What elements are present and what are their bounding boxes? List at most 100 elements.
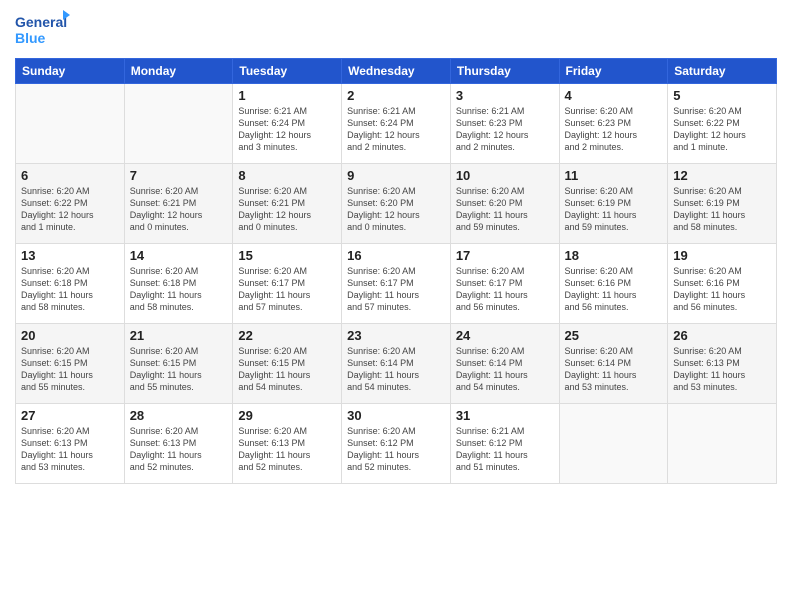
day-detail: Sunrise: 6:20 AM Sunset: 6:20 PM Dayligh… xyxy=(347,185,445,234)
day-header-thursday: Thursday xyxy=(450,59,559,84)
calendar-header-row: SundayMondayTuesdayWednesdayThursdayFrid… xyxy=(16,59,777,84)
calendar-cell: 14 Sunrise: 6:20 AM Sunset: 6:18 PM Dayli… xyxy=(124,244,233,324)
day-number: 14 xyxy=(130,248,228,263)
day-detail: Sunrise: 6:20 AM Sunset: 6:21 PM Dayligh… xyxy=(130,185,228,234)
day-detail: Sunrise: 6:20 AM Sunset: 6:12 PM Dayligh… xyxy=(347,425,445,474)
day-detail: Sunrise: 6:20 AM Sunset: 6:13 PM Dayligh… xyxy=(130,425,228,474)
calendar-cell: 22 Sunrise: 6:20 AM Sunset: 6:15 PM Dayli… xyxy=(233,324,342,404)
calendar-cell: 7 Sunrise: 6:20 AM Sunset: 6:21 PM Daylig… xyxy=(124,164,233,244)
calendar-cell: 11 Sunrise: 6:20 AM Sunset: 6:19 PM Dayli… xyxy=(559,164,668,244)
calendar-cell: 23 Sunrise: 6:20 AM Sunset: 6:14 PM Dayli… xyxy=(342,324,451,404)
day-detail: Sunrise: 6:20 AM Sunset: 6:14 PM Dayligh… xyxy=(456,345,554,394)
day-detail: Sunrise: 6:21 AM Sunset: 6:23 PM Dayligh… xyxy=(456,105,554,154)
day-header-saturday: Saturday xyxy=(668,59,777,84)
calendar-cell: 30Sunrise: 6:20 AM Sunset: 6:12 PM Dayli… xyxy=(342,404,451,484)
calendar-cell: 24 Sunrise: 6:20 AM Sunset: 6:14 PM Dayli… xyxy=(450,324,559,404)
day-header-monday: Monday xyxy=(124,59,233,84)
day-number: 28 xyxy=(130,408,228,423)
calendar-cell: 17 Sunrise: 6:20 AM Sunset: 6:17 PM Dayli… xyxy=(450,244,559,324)
day-detail: Sunrise: 6:20 AM Sunset: 6:19 PM Dayligh… xyxy=(565,185,663,234)
day-number: 5 xyxy=(673,88,771,103)
day-detail: Sunrise: 6:20 AM Sunset: 6:18 PM Dayligh… xyxy=(130,265,228,314)
day-header-tuesday: Tuesday xyxy=(233,59,342,84)
day-number: 1 xyxy=(238,88,336,103)
calendar-week-5: 27 Sunrise: 6:20 AM Sunset: 6:13 PM Dayli… xyxy=(16,404,777,484)
calendar-cell: 28 Sunrise: 6:20 AM Sunset: 6:13 PM Dayli… xyxy=(124,404,233,484)
calendar-cell: 18 Sunrise: 6:20 AM Sunset: 6:16 PM Dayli… xyxy=(559,244,668,324)
calendar-cell: 4 Sunrise: 6:20 AM Sunset: 6:23 PM Daylig… xyxy=(559,84,668,164)
calendar-cell: 12 Sunrise: 6:20 AM Sunset: 6:19 PM Dayli… xyxy=(668,164,777,244)
day-detail: Sunrise: 6:20 AM Sunset: 6:15 PM Dayligh… xyxy=(21,345,119,394)
day-number: 23 xyxy=(347,328,445,343)
day-number: 13 xyxy=(21,248,119,263)
day-number: 27 xyxy=(21,408,119,423)
calendar-cell: 19 Sunrise: 6:20 AM Sunset: 6:16 PM Dayli… xyxy=(668,244,777,324)
calendar-cell: 5 Sunrise: 6:20 AM Sunset: 6:22 PM Daylig… xyxy=(668,84,777,164)
day-number: 20 xyxy=(21,328,119,343)
logo-svg: General Blue xyxy=(15,10,70,50)
calendar-cell: 29Sunrise: 6:20 AM Sunset: 6:13 PM Dayli… xyxy=(233,404,342,484)
calendar-week-2: 6 Sunrise: 6:20 AM Sunset: 6:22 PM Daylig… xyxy=(16,164,777,244)
day-header-wednesday: Wednesday xyxy=(342,59,451,84)
day-detail: Sunrise: 6:20 AM Sunset: 6:14 PM Dayligh… xyxy=(347,345,445,394)
day-number: 3 xyxy=(456,88,554,103)
day-detail: Sunrise: 6:20 AM Sunset: 6:17 PM Dayligh… xyxy=(238,265,336,314)
day-detail: Sunrise: 6:20 AM Sunset: 6:14 PM Dayligh… xyxy=(565,345,663,394)
calendar-cell: 13 Sunrise: 6:20 AM Sunset: 6:18 PM Dayli… xyxy=(16,244,125,324)
calendar-cell: 9 Sunrise: 6:20 AM Sunset: 6:20 PM Daylig… xyxy=(342,164,451,244)
day-detail: Sunrise: 6:20 AM Sunset: 6:15 PM Dayligh… xyxy=(130,345,228,394)
day-number: 7 xyxy=(130,168,228,183)
day-detail: Sunrise: 6:20 AM Sunset: 6:19 PM Dayligh… xyxy=(673,185,771,234)
day-header-friday: Friday xyxy=(559,59,668,84)
svg-text:Blue: Blue xyxy=(15,30,46,46)
svg-text:General: General xyxy=(15,14,67,30)
calendar-cell: 20 Sunrise: 6:20 AM Sunset: 6:15 PM Dayli… xyxy=(16,324,125,404)
calendar-cell: 21 Sunrise: 6:20 AM Sunset: 6:15 PM Dayli… xyxy=(124,324,233,404)
day-detail: Sunrise: 6:20 AM Sunset: 6:16 PM Dayligh… xyxy=(565,265,663,314)
day-detail: Sunrise: 6:20 AM Sunset: 6:21 PM Dayligh… xyxy=(238,185,336,234)
day-number: 18 xyxy=(565,248,663,263)
day-detail: Sunrise: 6:20 AM Sunset: 6:22 PM Dayligh… xyxy=(673,105,771,154)
day-number: 31 xyxy=(456,408,554,423)
day-number: 8 xyxy=(238,168,336,183)
day-detail: Sunrise: 6:20 AM Sunset: 6:17 PM Dayligh… xyxy=(347,265,445,314)
calendar-cell: 2 Sunrise: 6:21 AM Sunset: 6:24 PM Daylig… xyxy=(342,84,451,164)
day-detail: Sunrise: 6:20 AM Sunset: 6:22 PM Dayligh… xyxy=(21,185,119,234)
day-number: 25 xyxy=(565,328,663,343)
calendar-table: SundayMondayTuesdayWednesdayThursdayFrid… xyxy=(15,58,777,484)
day-number: 21 xyxy=(130,328,228,343)
calendar-cell xyxy=(16,84,125,164)
day-detail: Sunrise: 6:20 AM Sunset: 6:16 PM Dayligh… xyxy=(673,265,771,314)
day-number: 12 xyxy=(673,168,771,183)
day-number: 9 xyxy=(347,168,445,183)
calendar-cell: 27 Sunrise: 6:20 AM Sunset: 6:13 PM Dayli… xyxy=(16,404,125,484)
day-number: 22 xyxy=(238,328,336,343)
day-detail: Sunrise: 6:20 AM Sunset: 6:18 PM Dayligh… xyxy=(21,265,119,314)
day-header-sunday: Sunday xyxy=(16,59,125,84)
day-number: 19 xyxy=(673,248,771,263)
day-detail: Sunrise: 6:20 AM Sunset: 6:17 PM Dayligh… xyxy=(456,265,554,314)
day-detail: Sunrise: 6:20 AM Sunset: 6:13 PM Dayligh… xyxy=(21,425,119,474)
day-detail: Sunrise: 6:20 AM Sunset: 6:15 PM Dayligh… xyxy=(238,345,336,394)
day-detail: Sunrise: 6:21 AM Sunset: 6:24 PM Dayligh… xyxy=(238,105,336,154)
day-detail: Sunrise: 6:20 AM Sunset: 6:23 PM Dayligh… xyxy=(565,105,663,154)
day-number: 6 xyxy=(21,168,119,183)
calendar-cell xyxy=(124,84,233,164)
calendar-cell xyxy=(668,404,777,484)
day-detail: Sunrise: 6:21 AM Sunset: 6:24 PM Dayligh… xyxy=(347,105,445,154)
calendar-cell: 6 Sunrise: 6:20 AM Sunset: 6:22 PM Daylig… xyxy=(16,164,125,244)
day-number: 16 xyxy=(347,248,445,263)
day-number: 24 xyxy=(456,328,554,343)
logo: General Blue xyxy=(15,10,70,50)
day-number: 4 xyxy=(565,88,663,103)
day-number: 11 xyxy=(565,168,663,183)
calendar-cell: 31 Sunrise: 6:21 AM Sunset: 6:12 PM Dayli… xyxy=(450,404,559,484)
day-number: 17 xyxy=(456,248,554,263)
day-number: 29 xyxy=(238,408,336,423)
day-number: 10 xyxy=(456,168,554,183)
day-number: 15 xyxy=(238,248,336,263)
day-number: 26 xyxy=(673,328,771,343)
calendar-cell: 26Sunrise: 6:20 AM Sunset: 6:13 PM Dayli… xyxy=(668,324,777,404)
day-detail: Sunrise: 6:21 AM Sunset: 6:12 PM Dayligh… xyxy=(456,425,554,474)
day-number: 2 xyxy=(347,88,445,103)
